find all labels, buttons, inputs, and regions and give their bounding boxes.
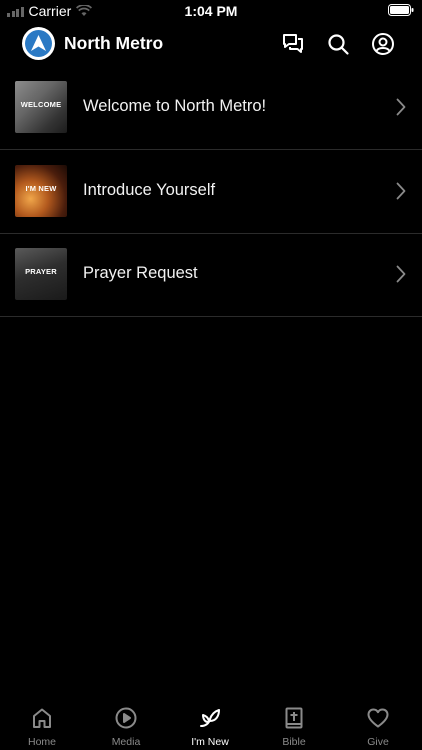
- tab-label: I'm New: [191, 736, 229, 748]
- chevron-right-icon: [396, 98, 406, 116]
- thumbnail-caption: I'M NEW: [25, 184, 57, 193]
- tab-bible[interactable]: Bible: [252, 700, 336, 750]
- tab-label: Media: [111, 736, 141, 748]
- tab-home[interactable]: Home: [0, 700, 84, 750]
- list-item-welcome[interactable]: WELCOME Welcome to North Metro!: [0, 66, 422, 150]
- heart-icon: [367, 708, 389, 728]
- tab-im-new[interactable]: I'm New: [168, 700, 252, 750]
- tab-label: Give: [367, 736, 389, 748]
- tab-label: Bible: [282, 736, 306, 748]
- im-new-thumbnail: I'M NEW: [15, 165, 67, 217]
- logo-arrow-icon: [31, 35, 46, 51]
- app-title: North Metro: [64, 33, 164, 53]
- chevron-right-icon: [396, 265, 406, 283]
- welcome-thumbnail: WELCOME: [15, 81, 67, 133]
- prayer-thumbnail: PRAYER: [15, 248, 67, 300]
- home-icon: [33, 708, 51, 728]
- battery-icon: [388, 4, 414, 16]
- list-item-label: Prayer Request: [83, 264, 198, 282]
- list-item-label: Introduce Yourself: [83, 181, 216, 199]
- tab-label: Home: [27, 736, 56, 748]
- thumbnail-caption: WELCOME: [20, 100, 62, 109]
- status-time: 1:04 PM: [184, 3, 238, 19]
- profile-icon[interactable]: [371, 32, 395, 56]
- list-item-label: Welcome to North Metro!: [83, 97, 267, 115]
- leaf-icon: [200, 709, 220, 727]
- tab-media[interactable]: Media: [84, 700, 168, 750]
- tab-bar: Home Media I'm New Bible Give: [0, 700, 422, 750]
- status-bar: Carrier 1:04 PM: [0, 0, 422, 22]
- search-icon[interactable]: [326, 32, 350, 56]
- thumbnail-caption: PRAYER: [25, 267, 57, 276]
- bible-icon: [285, 707, 303, 729]
- chevron-right-icon: [396, 182, 406, 200]
- tab-give[interactable]: Give: [336, 700, 420, 750]
- north-metro-logo[interactable]: [22, 27, 55, 60]
- chat-icon[interactable]: [281, 32, 305, 56]
- play-icon: [115, 707, 137, 729]
- list-item-prayer[interactable]: PRAYER Prayer Request: [0, 233, 422, 317]
- list-item-introduce[interactable]: I'M NEW Introduce Yourself: [0, 150, 422, 234]
- app-header: North Metro: [0, 22, 422, 66]
